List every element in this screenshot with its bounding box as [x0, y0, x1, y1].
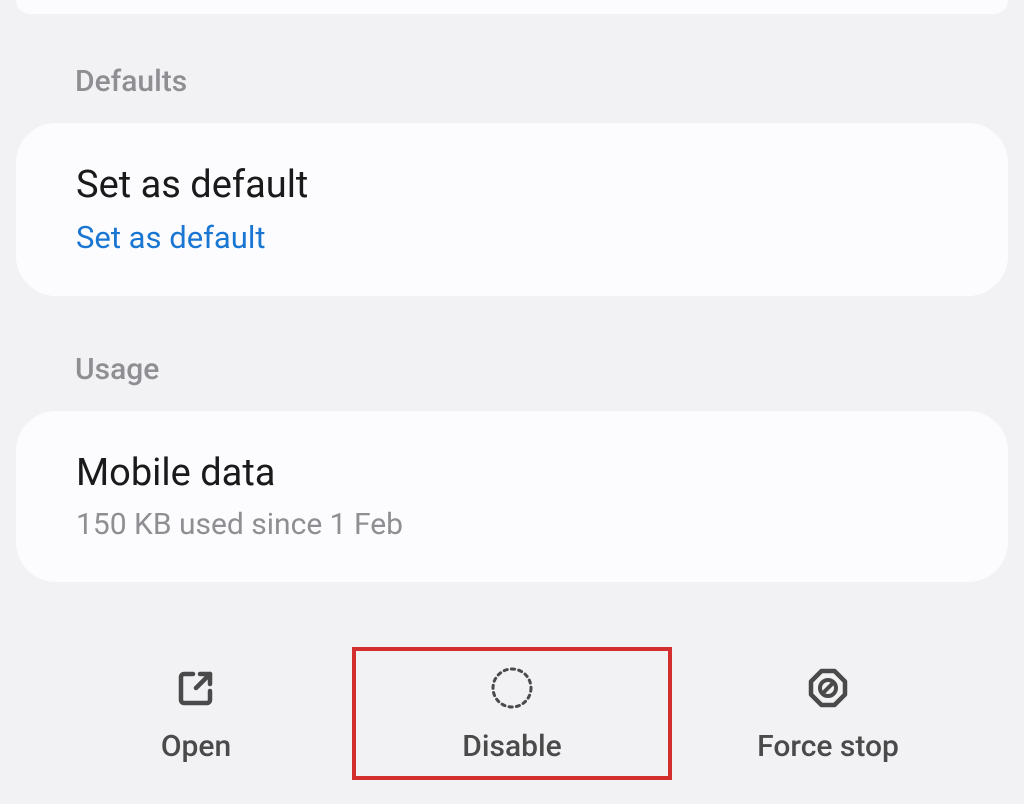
- set-as-default-link: Set as default: [76, 219, 948, 256]
- set-as-default-card[interactable]: Set as default Set as default: [16, 123, 1008, 296]
- open-icon: [171, 663, 221, 713]
- settings-content: Defaults Set as default Set as default U…: [0, 0, 1024, 582]
- mobile-data-title: Mobile data: [76, 451, 948, 495]
- disable-icon: [487, 663, 537, 713]
- bottom-action-bar: Open Disable Force stop: [0, 629, 1024, 804]
- defaults-section-header: Defaults: [0, 64, 1024, 123]
- mobile-data-subtitle: 150 KB used since 1 Feb: [76, 507, 948, 542]
- previous-card-bottom: [16, 0, 1008, 14]
- force-stop-label: Force stop: [757, 729, 899, 764]
- force-stop-icon: [803, 663, 853, 713]
- force-stop-button[interactable]: Force stop: [672, 651, 984, 776]
- set-as-default-title: Set as default: [76, 163, 948, 207]
- open-button[interactable]: Open: [40, 651, 352, 776]
- disable-button[interactable]: Disable: [352, 647, 672, 780]
- disable-label: Disable: [462, 729, 561, 764]
- mobile-data-card[interactable]: Mobile data 150 KB used since 1 Feb: [16, 411, 1008, 582]
- open-label: Open: [161, 729, 231, 764]
- usage-section-header: Usage: [0, 352, 1024, 411]
